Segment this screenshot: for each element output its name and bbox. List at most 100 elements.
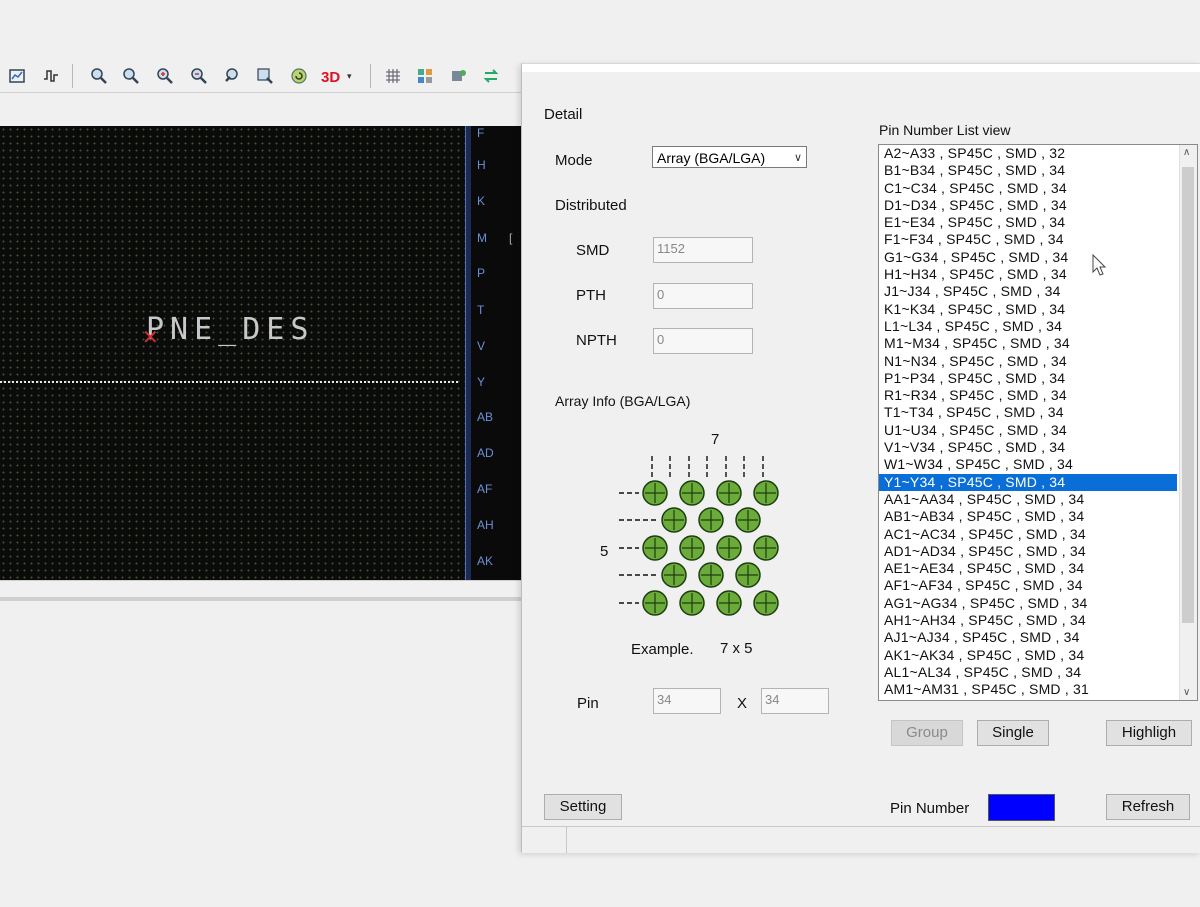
example-label: Example. [631, 641, 694, 658]
chart-icon[interactable] [6, 65, 28, 87]
settings-icon[interactable] [448, 65, 470, 87]
zoom-window-icon[interactable] [254, 65, 276, 87]
list-item[interactable]: U1~U34 , SP45C , SMD , 34 [879, 422, 1197, 439]
list-item[interactable]: AM1~AM31 , SP45C , SMD , 31 [879, 681, 1197, 698]
zoom-out-icon[interactable] [188, 65, 210, 87]
highlight-button[interactable]: Highligh [1106, 720, 1192, 746]
detail-label: Detail [544, 106, 583, 123]
list-item[interactable]: B1~B34 , SP45C , SMD , 34 [879, 162, 1197, 179]
zoom-fit-icon[interactable] [88, 65, 110, 87]
list-item[interactable]: E1~E34 , SP45C , SMD , 34 [879, 214, 1197, 231]
3d-view-icon[interactable]: 3D ▾ [320, 65, 358, 87]
main-toolbar: 3D ▾ [0, 60, 530, 93]
svg-text:▾: ▾ [347, 71, 352, 81]
list-item[interactable]: AD1~AD34 , SP45C , SMD , 34 [879, 543, 1197, 560]
pth-label: PTH [576, 287, 606, 304]
list-item[interactable]: A2~A33 , SP45C , SMD , 32 [879, 145, 1197, 162]
list-item[interactable]: AF1~AF34 , SP45C , SMD , 34 [879, 577, 1197, 594]
list-item[interactable]: AK1~AK34 , SP45C , SMD , 34 [879, 647, 1197, 664]
list-item[interactable]: AG1~AG34 , SP45C , SMD , 34 [879, 595, 1197, 612]
pin-row-ruler: F H K M P T V Y AB AD AF AH AK [ [471, 126, 526, 580]
list-item[interactable]: R1~R34 , SP45C , SMD , 34 [879, 387, 1197, 404]
pin-list-title: Pin Number List view [879, 122, 1011, 138]
ruler-label: AK [477, 554, 494, 568]
list-item[interactable]: AE1~AE34 , SP45C , SMD , 34 [879, 560, 1197, 577]
ruler-label: H [477, 158, 486, 172]
layers-icon[interactable] [414, 65, 436, 87]
pin-number-label: Pin Number [890, 800, 970, 817]
refresh-circle-icon[interactable] [288, 65, 310, 87]
refresh-button[interactable]: Refresh [1106, 794, 1190, 820]
pin-columns-field[interactable]: 34 [653, 688, 721, 714]
grid-icon[interactable] [382, 65, 404, 87]
list-item[interactable]: L1~L34 , SP45C , SMD , 34 [879, 318, 1197, 335]
svg-text:3D: 3D [321, 69, 340, 85]
dialog-status-bar [522, 826, 1200, 853]
list-item[interactable]: D1~D34 , SP45C , SMD , 34 [879, 197, 1197, 214]
pin-rows-field[interactable]: 34 [761, 688, 829, 714]
canvas-dashed-line [0, 381, 458, 383]
array-info-label: Array Info (BGA/LGA) [555, 393, 691, 409]
pth-field[interactable]: 0 [653, 283, 753, 309]
list-item[interactable]: C1~C34 , SP45C , SMD , 34 [879, 180, 1197, 197]
list-item[interactable]: J1~J34 , SP45C , SMD , 34 [879, 283, 1197, 300]
example-value: 7 x 5 [720, 640, 753, 657]
diagram-columns-label: 7 [711, 431, 720, 448]
list-item[interactable]: V1~V34 , SP45C , SMD , 34 [879, 439, 1197, 456]
mode-select-value: Array (BGA/LGA) [657, 150, 766, 166]
list-item[interactable]: AC1~AC34 , SP45C , SMD , 34 [879, 526, 1197, 543]
pin-detail-dialog: Detail Mode Array (BGA/LGA) ∨ Distribute… [521, 63, 1200, 853]
list-item[interactable]: AL1~AL34 , SP45C , SMD , 34 [879, 664, 1197, 681]
list-item[interactable]: AJ1~AJ34 , SP45C , SMD , 34 [879, 629, 1197, 646]
setting-button[interactable]: Setting [544, 794, 622, 820]
scroll-down-icon[interactable]: ∨ [1183, 687, 1190, 698]
npth-label: NPTH [576, 332, 617, 349]
smd-label: SMD [576, 242, 610, 259]
list-item[interactable]: AA1~AA34 , SP45C , SMD , 34 [879, 491, 1197, 508]
mouse-cursor-icon [1092, 254, 1107, 276]
list-item[interactable]: G1~G34 , SP45C , SMD , 34 [879, 249, 1197, 266]
list-item[interactable]: P1~P34 , SP45C , SMD , 34 [879, 370, 1197, 387]
ruler-label: Y [477, 375, 486, 389]
pcb-canvas[interactable] [0, 126, 465, 580]
ruler-label: T [477, 303, 485, 317]
list-item[interactable]: K1~K34 , SP45C , SMD , 34 [879, 301, 1197, 318]
canvas-horizontal-scrollbar[interactable] [0, 580, 530, 621]
list-item[interactable]: H1~H34 , SP45C , SMD , 34 [879, 266, 1197, 283]
mode-label: Mode [555, 152, 593, 169]
zoom-in-icon[interactable] [120, 65, 142, 87]
group-button[interactable]: Group [891, 720, 963, 746]
list-item[interactable]: AB1~AB34 , SP45C , SMD , 34 [879, 508, 1197, 525]
list-item[interactable]: Y1~Y34 , SP45C , SMD , 34 [879, 473, 1177, 491]
smd-field[interactable]: 1152 [653, 237, 753, 263]
list-item[interactable]: N1~N34 , SP45C , SMD , 34 [879, 353, 1197, 370]
ruler-label: AH [477, 518, 494, 532]
list-item[interactable]: T1~T34 , SP45C , SMD , 34 [879, 404, 1197, 421]
diagram-rows-label: 5 [600, 543, 609, 560]
pin-list-scrollbar[interactable]: ∧ ∨ [1179, 145, 1197, 700]
swap-icon[interactable] [480, 65, 502, 87]
npth-field[interactable]: 0 [653, 328, 753, 354]
list-item[interactable]: M1~M34 , SP45C , SMD , 34 [879, 335, 1197, 352]
distributed-label: Distributed [555, 197, 627, 214]
pin-number-list[interactable]: A2~A33 , SP45C , SMD , 32 B1~B34 , SP45C … [878, 144, 1198, 701]
single-button[interactable]: Single [977, 720, 1049, 746]
ruler-label: F [477, 126, 485, 140]
waveform-icon[interactable] [40, 65, 62, 87]
scroll-up-icon[interactable]: ∧ [1183, 147, 1190, 158]
chevron-down-icon: ∨ [793, 152, 802, 164]
canvas-overlay-text: PNE_DES [146, 312, 315, 347]
list-item[interactable]: AH1~AH34 , SP45C , SMD , 34 [879, 612, 1197, 629]
mode-select[interactable]: Array (BGA/LGA) ∨ [652, 146, 807, 168]
pin-label: Pin [577, 695, 599, 712]
zoom-back-icon[interactable] [222, 65, 244, 87]
list-item[interactable]: F1~F34 , SP45C , SMD , 34 [879, 231, 1197, 248]
ruler-label: AD [477, 446, 494, 460]
zoom-plus-icon[interactable] [154, 65, 176, 87]
origin-marker-icon: ✕ [142, 327, 159, 349]
ruler-label: K [477, 194, 486, 208]
ruler-label: AB [477, 410, 494, 424]
ruler-extra-mark: [ [509, 231, 513, 245]
pin-number-color-swatch[interactable] [988, 794, 1055, 821]
list-item[interactable]: W1~W34 , SP45C , SMD , 34 [879, 456, 1197, 473]
